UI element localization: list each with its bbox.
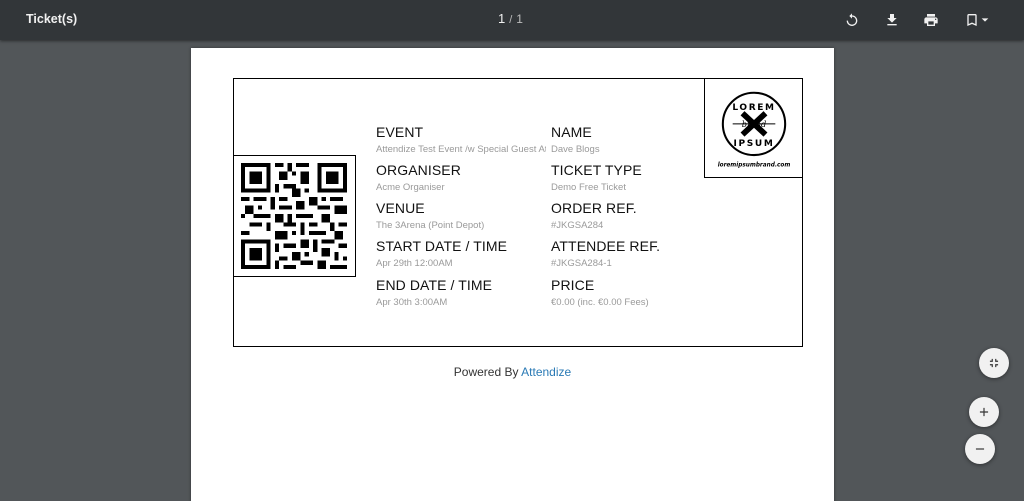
- start-date-field: START DATE / TIME Apr 29th 12:00AM: [376, 238, 507, 269]
- price-label: PRICE: [551, 277, 595, 293]
- attendee-ref-label: ATTENDEE REF.: [551, 238, 661, 254]
- venue-label: VENUE: [376, 200, 425, 216]
- end-date-field: END DATE / TIME Apr 30th 3:00AM: [376, 277, 492, 308]
- fit-page-button[interactable]: [979, 348, 1009, 378]
- zoom-out-button[interactable]: [965, 434, 995, 464]
- name-field: NAME Dave Blogs: [551, 124, 600, 155]
- attendee-ref-value: #JKGSA284-1: [551, 258, 612, 269]
- powered-by-footer: Powered By Attendize: [191, 365, 834, 379]
- venue-field: VENUE The 3Arena (Point Depot): [376, 200, 484, 231]
- logo-url: loremipsumbrand.com: [718, 163, 791, 169]
- organiser-label: ORGANISER: [376, 162, 461, 178]
- zoom-in-button[interactable]: [969, 397, 999, 427]
- name-value: Dave Blogs: [551, 144, 600, 155]
- download-icon: [887, 14, 897, 26]
- organiser-value: Acme Organiser: [376, 182, 445, 193]
- order-ref-field: ORDER REF. #JKGSA284: [551, 200, 637, 231]
- lorem-brand-logo-image: LOREM IPSUM brand brand loremipsumbrand.…: [718, 91, 791, 169]
- print-icon: [924, 14, 938, 26]
- end-date-value: Apr 30th 3:00AM: [376, 297, 448, 308]
- event-field: EVENT Attendize Test Event /w Special Gu…: [376, 124, 546, 155]
- price-field: PRICE €0.00 (inc. €0.00 Fees): [551, 277, 649, 308]
- price-value: €0.00 (inc. €0.00 Fees): [551, 297, 649, 308]
- brand-logo: LOREM IPSUM brand brand loremipsumbrand.…: [704, 78, 803, 178]
- svg-text:brand: brand: [742, 119, 767, 129]
- ticket-type-label: TICKET TYPE: [551, 162, 642, 178]
- download-button[interactable]: [880, 8, 904, 32]
- event-value: Attendize Test Event /w Special Guest At…: [376, 144, 546, 155]
- name-label: NAME: [551, 124, 592, 140]
- print-button[interactable]: [919, 8, 943, 32]
- attendee-ref-field: ATTENDEE REF. #JKGSA284-1: [551, 238, 660, 269]
- ticket-card: LOREM IPSUM brand brand loremipsumbrand.…: [233, 78, 803, 347]
- event-label: EVENT: [376, 124, 424, 140]
- start-date-label: START DATE / TIME: [376, 238, 508, 254]
- zoom-in-icon: [979, 407, 989, 417]
- rotate-button[interactable]: [840, 8, 864, 32]
- page-indicator: 1/1: [498, 11, 523, 26]
- document-title: Ticket(s): [26, 12, 78, 26]
- pdf-page: LOREM IPSUM brand brand loremipsumbrand.…: [191, 48, 834, 501]
- qr-code: [233, 155, 356, 277]
- powered-by-text: Powered By: [453, 365, 519, 379]
- rotate-icon: [846, 13, 858, 26]
- svg-text:IPSUM: IPSUM: [734, 139, 775, 149]
- page-separator: /: [509, 14, 513, 26]
- total-pages: 1: [516, 12, 523, 26]
- current-page-input[interactable]: 1: [498, 11, 505, 26]
- pdf-toolbar: Ticket(s) 1/1: [0, 0, 1024, 40]
- bookmark-icon: [967, 14, 977, 26]
- venue-value: The 3Arena (Point Depot): [376, 220, 485, 231]
- fit-page-icon: [989, 358, 999, 368]
- order-ref-value: #JKGSA284: [551, 220, 604, 231]
- bookmark-menu-button[interactable]: [960, 8, 994, 32]
- svg-text:LOREM: LOREM: [732, 103, 775, 113]
- chevron-down-icon: [981, 18, 989, 22]
- ticket-type-field: TICKET TYPE Demo Free Ticket: [551, 162, 642, 193]
- end-date-label: END DATE / TIME: [376, 277, 493, 293]
- start-date-value: Apr 29th 12:00AM: [376, 258, 453, 269]
- order-ref-label: ORDER REF.: [551, 200, 637, 216]
- attendize-link[interactable]: Attendize: [521, 365, 571, 379]
- ticket-type-value: Demo Free Ticket: [551, 182, 626, 193]
- zoom-out-icon: [975, 448, 985, 450]
- organiser-field: ORGANISER Acme Organiser: [376, 162, 461, 193]
- qr-code-image: [241, 163, 347, 269]
